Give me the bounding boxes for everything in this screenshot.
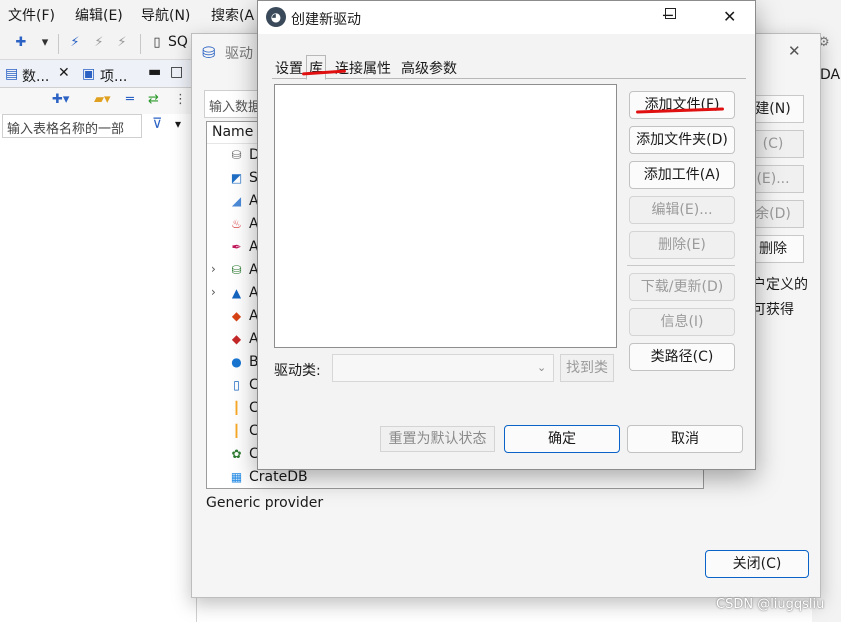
minimize-icon[interactable]: ▬ bbox=[148, 64, 161, 80]
classpath-button[interactable]: 类路径(C) bbox=[629, 343, 735, 371]
right-tab-fragment[interactable]: DA bbox=[820, 67, 840, 83]
layers-icon: ◆ bbox=[231, 332, 242, 346]
dbeaver-logo-icon: ◕ bbox=[266, 7, 286, 27]
new-connection-icon[interactable]: ✚▾ bbox=[52, 92, 69, 107]
collapse-icon[interactable]: ═ bbox=[126, 92, 134, 107]
feather-icon: ✒ bbox=[231, 240, 242, 254]
ok-button[interactable]: 确定 bbox=[504, 425, 620, 453]
grid-icon: ▦ bbox=[230, 470, 243, 484]
dialog-tabs: 设置 库 连接属性 高级参数 bbox=[272, 53, 746, 80]
navigator-toolbar: ✚▾ ▰▾ ═ ⇄ ⋮ bbox=[0, 88, 197, 114]
driver-description: Generic provider bbox=[206, 495, 324, 511]
cylinder-icon: ▯ bbox=[233, 378, 240, 392]
new-connection-icon[interactable]: ✚ bbox=[12, 34, 30, 52]
menu-edit[interactable]: 编辑(E) bbox=[75, 5, 123, 25]
more-icon[interactable]: ⋮ bbox=[174, 92, 187, 107]
library-list[interactable] bbox=[274, 84, 617, 348]
chevron-right-icon[interactable]: › bbox=[211, 262, 216, 276]
tab-settings[interactable]: 设置 bbox=[272, 57, 306, 79]
new-folder-icon[interactable]: ▰▾ bbox=[94, 92, 111, 107]
delete-button[interactable]: 删除(E) bbox=[629, 231, 735, 259]
toolbar-separator bbox=[58, 34, 59, 54]
close-icon[interactable]: ✕ bbox=[788, 42, 801, 60]
maximize-icon[interactable] bbox=[665, 8, 676, 19]
toolbar-separator bbox=[140, 34, 141, 54]
driver-info-text-2: 可获得 bbox=[752, 302, 794, 318]
tab-advanced-parameters[interactable]: 高级参数 bbox=[398, 57, 460, 79]
sql-editor-label[interactable]: SQ bbox=[168, 34, 188, 50]
tab-database-navigator[interactable]: 数... bbox=[22, 66, 49, 86]
database-navigator-panel bbox=[0, 60, 197, 622]
driver-class-select[interactable]: ⌄ bbox=[332, 354, 554, 382]
close-icon[interactable]: ✕ bbox=[58, 65, 70, 81]
disconnect-all-icon[interactable]: ⚡ bbox=[113, 34, 131, 52]
add-artifact-button[interactable]: 添加工件(A) bbox=[629, 161, 735, 189]
add-file-button[interactable]: 添加文件(F) bbox=[629, 91, 735, 119]
layers-icon: ◆ bbox=[231, 309, 242, 323]
chevron-down-icon[interactable]: ▾ bbox=[36, 34, 54, 52]
watermark: CSDN @liugqsliu bbox=[716, 597, 825, 612]
database-group-icon: ⛁ bbox=[231, 263, 242, 277]
azure-icon: ▲ bbox=[231, 286, 242, 300]
dialog-title: 创建新驱动 bbox=[291, 12, 361, 28]
menu-file[interactable]: 文件(F) bbox=[8, 5, 55, 25]
bars-icon: ┃ bbox=[232, 401, 241, 415]
driver-row-label: CrateDB bbox=[249, 469, 308, 485]
create-driver-dialog: ◕ 创建新驱动 ─ ✕ 设置 库 连接属性 高级参数 添加文件(F) 添加文件夹… bbox=[257, 0, 756, 470]
chevron-down-icon[interactable]: ▾ bbox=[175, 117, 181, 131]
edit-button[interactable]: 编辑(E)... bbox=[629, 196, 735, 224]
driver-class-label: 驱动类: bbox=[274, 363, 321, 379]
left-panel-tabs: ▤ 数... ✕ ▣ 项... ▬ □ bbox=[0, 60, 197, 88]
link-icon[interactable]: ⇄ bbox=[148, 92, 159, 107]
driver-manager-icon: ⛁ bbox=[202, 43, 216, 62]
sql-icon: ◩ bbox=[230, 171, 243, 185]
column-header-name[interactable]: Name bbox=[212, 124, 253, 140]
download-update-button[interactable]: 下载/更新(D) bbox=[629, 273, 735, 301]
connect-icon[interactable]: ⚡ bbox=[66, 34, 84, 52]
tab-connection-properties[interactable]: 连接属性 bbox=[332, 57, 394, 79]
elephant-icon: ● bbox=[231, 355, 242, 369]
tab-projects[interactable]: 项... bbox=[100, 66, 127, 86]
chevron-right-icon[interactable]: › bbox=[211, 285, 216, 299]
driver-row[interactable]: ▦ CrateDB bbox=[207, 467, 703, 490]
close-icon[interactable]: ✕ bbox=[723, 7, 736, 26]
drop-icon: ◢ bbox=[231, 194, 242, 208]
cancel-button[interactable]: 取消 bbox=[627, 425, 743, 453]
filter-icon[interactable]: ⊽ bbox=[152, 116, 162, 132]
sql-editor-icon[interactable]: ▯ bbox=[148, 34, 166, 52]
tab-libraries[interactable]: 库 bbox=[306, 55, 326, 80]
chevron-down-icon: ⌄ bbox=[537, 361, 547, 374]
find-class-button[interactable]: 找到类 bbox=[560, 354, 614, 382]
database-icon: ▤ bbox=[5, 66, 19, 82]
bars-icon: ┃ bbox=[232, 424, 241, 438]
create-driver-titlebar: ◕ 创建新驱动 ─ ✕ bbox=[258, 1, 755, 34]
driver-info-text-1: 户定义的 bbox=[752, 277, 808, 293]
close-button[interactable]: 关闭(C) bbox=[705, 550, 809, 578]
bug-icon: ✿ bbox=[231, 447, 242, 461]
driver-manager-title: 驱动 bbox=[225, 46, 253, 62]
flame-icon: ♨ bbox=[231, 217, 242, 231]
menu-navigate[interactable]: 导航(N) bbox=[141, 5, 190, 25]
info-button[interactable]: 信息(I) bbox=[629, 308, 735, 336]
menu-search[interactable]: 搜索(A bbox=[211, 5, 254, 25]
table-filter-input[interactable]: 输入表格名称的一部 bbox=[2, 114, 142, 138]
separator bbox=[627, 265, 735, 266]
database-icon: ⛁ bbox=[231, 148, 242, 162]
project-icon: ▣ bbox=[82, 66, 96, 82]
reset-defaults-button[interactable]: 重置为默认状态 bbox=[380, 426, 495, 452]
add-folder-button[interactable]: 添加文件夹(D) bbox=[629, 126, 735, 154]
maximize-icon[interactable]: □ bbox=[170, 64, 183, 80]
disconnect-icon[interactable]: ⚡ bbox=[90, 34, 108, 52]
